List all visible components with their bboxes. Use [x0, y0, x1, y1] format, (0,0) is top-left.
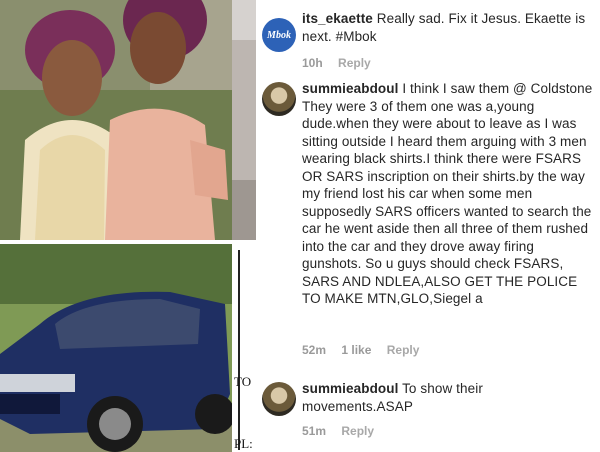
comment-username[interactable]: its_ekaette	[302, 11, 373, 26]
clipped-text-1: TO	[234, 374, 252, 389]
comment-username[interactable]: summieabdoul	[302, 381, 398, 396]
avatar-label: Mbok	[267, 29, 291, 41]
avatar[interactable]	[262, 382, 296, 416]
clipped-text-2: PL:	[234, 436, 253, 451]
comment-text-block: summieabdoul I think I saw them @ Coldst…	[302, 80, 594, 308]
comment-meta: 52m 1 like Reply	[302, 343, 431, 357]
women-photo	[0, 0, 232, 240]
reply-button[interactable]: Reply	[341, 424, 374, 438]
comment-username[interactable]: summieabdoul	[302, 81, 398, 96]
side-photo-strip	[232, 0, 256, 240]
avatar[interactable]: Mbok	[262, 18, 296, 52]
comment-meta: 51m Reply	[302, 424, 386, 438]
avatar[interactable]	[262, 82, 296, 116]
comment-body: I think I saw them @ Coldstone They were…	[302, 81, 593, 306]
reply-button[interactable]: Reply	[387, 343, 420, 357]
car-photo	[0, 244, 232, 452]
comments-panel: Mbok its_ekaette Really sad. Fix it Jesu…	[256, 0, 600, 452]
comment-time[interactable]: 52m	[302, 343, 326, 357]
comment-time[interactable]: 10h	[302, 56, 323, 70]
comment-text-block: summieabdoul To show their movements.ASA…	[302, 380, 594, 415]
reply-button[interactable]: Reply	[338, 56, 371, 70]
comment-time[interactable]: 51m	[302, 424, 326, 438]
comment-text-block: its_ekaette Really sad. Fix it Jesus. Ek…	[302, 10, 594, 45]
comment-meta: 10h Reply	[302, 56, 383, 70]
comment-likes[interactable]: 1 like	[341, 343, 371, 357]
clipped-bracket	[238, 250, 246, 450]
